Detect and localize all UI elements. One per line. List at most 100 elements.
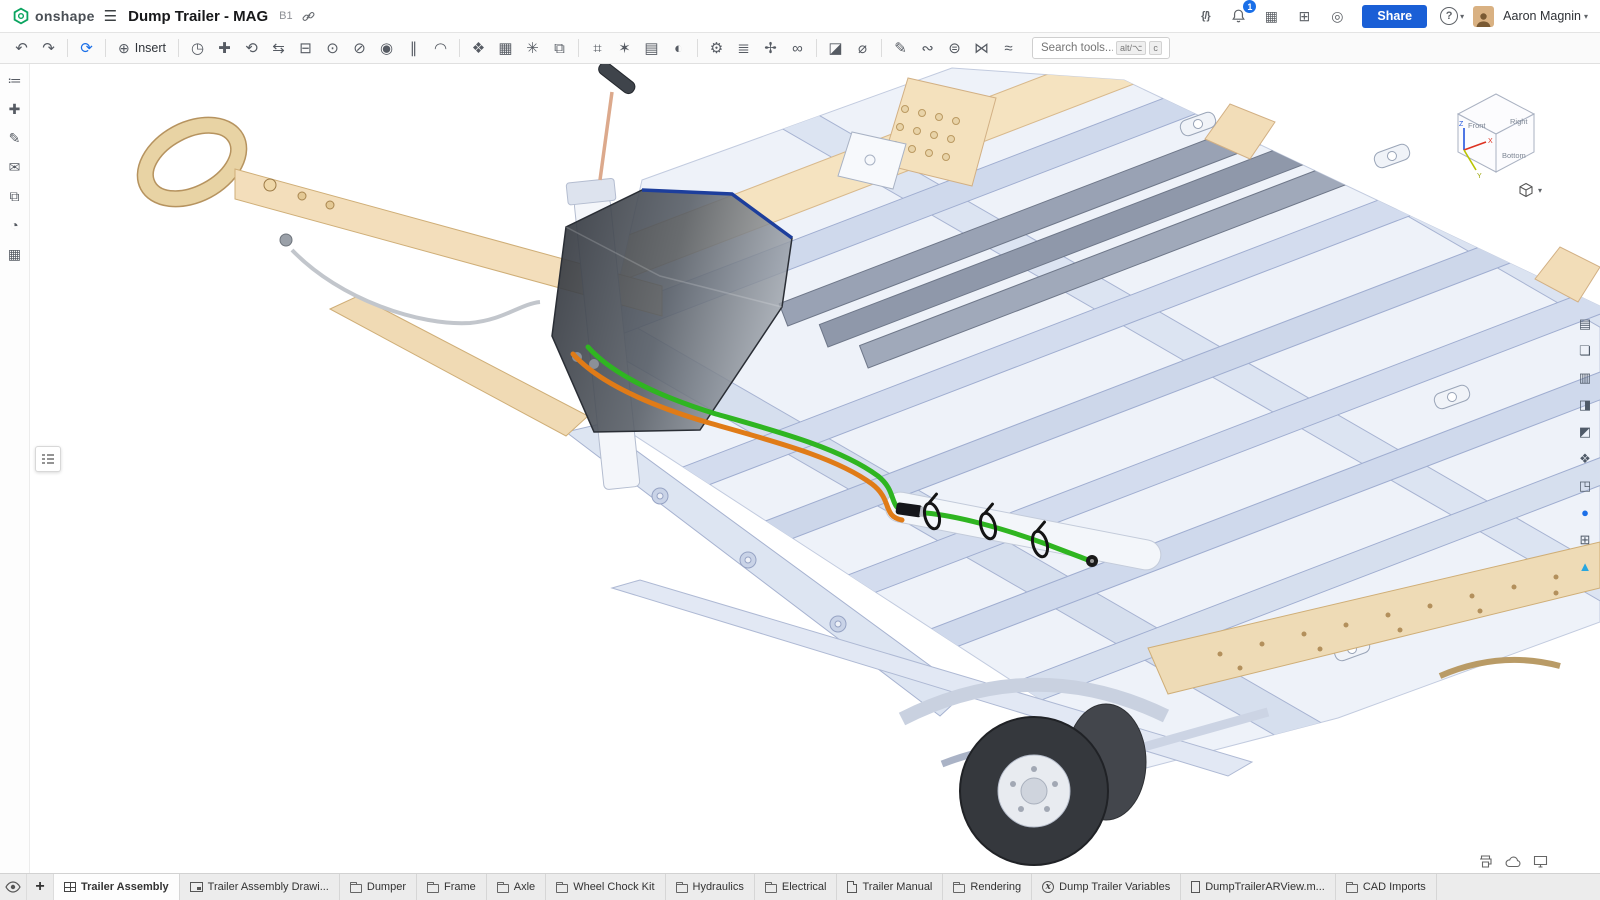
- mirror-icon[interactable]: ⧉: [546, 36, 573, 61]
- named-views-icon[interactable]: ◳: [1574, 476, 1596, 495]
- tab-label: Hydraulics: [693, 881, 744, 893]
- spreadsheet-icon[interactable]: ▦: [1259, 4, 1283, 28]
- screen-share-icon[interactable]: [1533, 855, 1548, 868]
- cylindrical-mate-icon[interactable]: ⊙: [319, 36, 346, 61]
- help-icon: ?: [1440, 7, 1458, 25]
- document-tab[interactable]: Trailer Assembly: [54, 874, 180, 900]
- notifications-icon[interactable]: 1: [1226, 4, 1250, 28]
- add-tab-button[interactable]: +: [27, 874, 54, 900]
- document-tab[interactable]: Axle: [487, 874, 546, 900]
- document-tab[interactable]: Trailer Assembly Drawi...: [180, 874, 340, 900]
- crank-rod[interactable]: [600, 92, 612, 180]
- document-tab[interactable]: Electrical: [755, 874, 838, 900]
- insert-button[interactable]: ⊕ Insert: [111, 36, 173, 61]
- sketch-icon[interactable]: ✎: [887, 36, 914, 61]
- view-options-button[interactable]: ▾: [1518, 182, 1542, 198]
- parts-list-icon[interactable]: ❏: [1574, 341, 1596, 360]
- measure-icon[interactable]: ⌀: [849, 36, 876, 61]
- appearance-panel-icon[interactable]: ✎: [3, 127, 27, 149]
- version-label[interactable]: B1: [279, 10, 292, 22]
- comments-icon[interactable]: ✉: [3, 156, 27, 178]
- robot-assistant-icon[interactable]: ❖: [1574, 449, 1596, 468]
- user-menu[interactable]: Aaron Magnin ▾: [1503, 4, 1588, 28]
- simulation-icon[interactable]: ●: [1574, 503, 1596, 522]
- redo-icon[interactable]: ↷: [35, 36, 62, 61]
- sync-update-icon[interactable]: ⟳: [73, 36, 100, 61]
- grid-panel-icon[interactable]: ⊞: [1574, 530, 1596, 549]
- share-button[interactable]: Share: [1362, 5, 1427, 28]
- onshape-logo[interactable]: onshape: [12, 7, 95, 25]
- parallel-mate-icon[interactable]: ∥: [400, 36, 427, 61]
- versions-history-icon[interactable]: ◔: [3, 214, 27, 236]
- revolute-mate-icon[interactable]: ⟲: [238, 36, 265, 61]
- display-states-icon[interactable]: ◨: [1574, 395, 1596, 414]
- spline-icon[interactable]: ∾: [914, 36, 941, 61]
- gear-relation-icon[interactable]: ⚙: [703, 36, 730, 61]
- app-store-icon[interactable]: ⊞: [1292, 4, 1316, 28]
- circular-pattern-icon[interactable]: ✳: [519, 36, 546, 61]
- sheet-panel-icon[interactable]: ▥: [1574, 368, 1596, 387]
- bom-panel-icon[interactable]: ▤: [1574, 314, 1596, 333]
- document-tabs: Trailer AssemblyTrailer Assembly Drawi..…: [54, 874, 1437, 900]
- undo-icon[interactable]: ↶: [8, 36, 35, 61]
- linked-documents-icon[interactable]: ⧉: [3, 185, 27, 207]
- mate-connector-icon[interactable]: ✚: [3, 98, 27, 120]
- ball-mate-icon[interactable]: ◉: [373, 36, 400, 61]
- trailer-frame[interactable]: [248, 64, 1600, 873]
- appearance-icon[interactable]: ◐: [665, 36, 692, 61]
- document-tab[interactable]: Hydraulics: [666, 874, 755, 900]
- crank-handle[interactable]: [596, 64, 637, 96]
- separator: [881, 39, 882, 57]
- planar-mate-icon[interactable]: ⊟: [292, 36, 319, 61]
- main-menu-icon[interactable]: ☰: [104, 7, 117, 25]
- section-view-icon[interactable]: ◪: [822, 36, 849, 61]
- assembly-tree-toggle[interactable]: [35, 446, 61, 472]
- pin-slot-mate-icon[interactable]: ⊘: [346, 36, 373, 61]
- tables-icon[interactable]: ▦: [3, 243, 27, 265]
- document-tab[interactable]: CAD Imports: [1336, 874, 1437, 900]
- intersect-icon[interactable]: ⋈: [968, 36, 995, 61]
- document-tab[interactable]: Frame: [417, 874, 487, 900]
- document-tab[interactable]: Rendering: [943, 874, 1032, 900]
- document-tab[interactable]: DumpTrailerARView.m...: [1181, 874, 1336, 900]
- fastened-mate-icon[interactable]: ✚: [211, 36, 238, 61]
- linear-pattern-icon[interactable]: ▦: [492, 36, 519, 61]
- learning-center-icon[interactable]: ◎: [1325, 4, 1349, 28]
- view-cube[interactable]: Front Right Bottom Z X Y: [1448, 88, 1544, 180]
- hinge-bracket[interactable]: [1372, 142, 1411, 169]
- featurescript-icon[interactable]: {/}: [1193, 4, 1217, 28]
- view-cube-front-label: Front: [1468, 121, 1486, 130]
- screw-relation-icon[interactable]: ✢: [757, 36, 784, 61]
- document-tab[interactable]: Wheel Chock Kit: [546, 874, 665, 900]
- cad-apps-icon[interactable]: ▲: [1574, 557, 1596, 576]
- tab-label: Electrical: [782, 881, 827, 893]
- tab-visibility-icon[interactable]: [0, 874, 27, 900]
- help-menu[interactable]: ? ▾: [1440, 4, 1464, 28]
- slider-mate-icon[interactable]: ⇆: [265, 36, 292, 61]
- appearance-editor-icon[interactable]: ◩: [1574, 422, 1596, 441]
- document-tab[interactable]: xDump Trailer Variables: [1032, 874, 1181, 900]
- rack-pinion-icon[interactable]: ≣: [730, 36, 757, 61]
- avatar[interactable]: [1473, 6, 1494, 27]
- snapshot-icon[interactable]: ⌗: [584, 36, 611, 61]
- cloud-status-icon[interactable]: [1505, 855, 1521, 868]
- assembly-3d-viewport[interactable]: [30, 64, 1600, 873]
- group-icon[interactable]: ❖: [465, 36, 492, 61]
- belt-relation-icon[interactable]: ∞: [784, 36, 811, 61]
- tangent-mate-icon[interactable]: ◠: [427, 36, 454, 61]
- graphics-canvas[interactable]: Front Right Bottom Z X Y ▾: [30, 64, 1600, 873]
- ellipse-icon[interactable]: ⊜: [941, 36, 968, 61]
- folder-tab-icon: [497, 884, 509, 893]
- search-tools-input[interactable]: [1041, 42, 1113, 54]
- search-tools-box[interactable]: alt/⌥ c: [1032, 37, 1170, 59]
- link-icon[interactable]: [302, 10, 315, 23]
- features-panel-icon[interactable]: ≔: [3, 69, 27, 91]
- exploded-view-icon[interactable]: ✶: [611, 36, 638, 61]
- document-tab[interactable]: Dumper: [340, 874, 417, 900]
- tab-label: Wheel Chock Kit: [573, 881, 654, 893]
- named-positions-icon[interactable]: ◷: [184, 36, 211, 61]
- print-icon[interactable]: [1478, 855, 1493, 868]
- bom-icon[interactable]: ▤: [638, 36, 665, 61]
- document-tab[interactable]: Trailer Manual: [837, 874, 943, 900]
- offset-icon[interactable]: ≈: [995, 36, 1022, 61]
